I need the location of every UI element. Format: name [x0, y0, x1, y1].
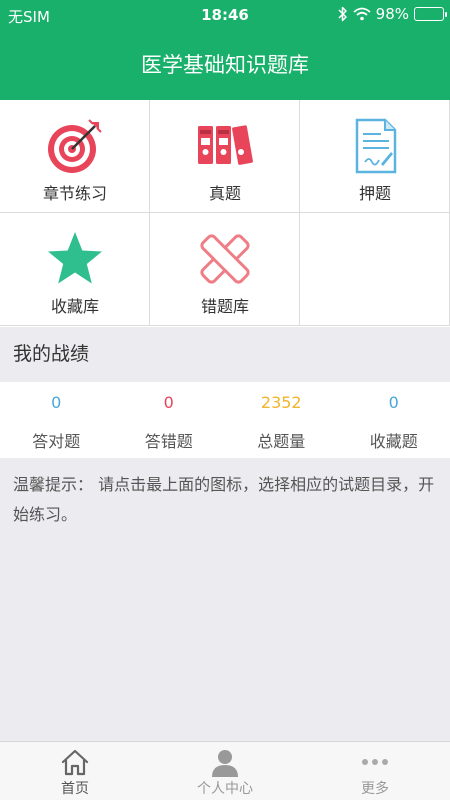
battery-icon	[414, 7, 447, 21]
stat-label: 答对题	[32, 432, 81, 451]
tab-label: 个人中心	[197, 781, 253, 797]
menu-item-chapter-practice[interactable]: 章节练习	[0, 100, 150, 213]
page-title: 医学基础知识题库	[141, 53, 309, 77]
stat-value: 0	[388, 393, 399, 412]
stat-total: 2352 总题量	[225, 382, 338, 458]
menu-item-label: 章节练习	[42, 184, 107, 203]
menu-item-real-exams[interactable]: 真题	[150, 100, 300, 213]
status-bar: 无SIM 18:46 98%	[0, 0, 450, 30]
stat-wrong: 0 答错题	[113, 382, 226, 458]
bluetooth-icon	[338, 6, 347, 22]
stat-label: 收藏题	[369, 432, 418, 451]
binders-icon	[195, 116, 255, 176]
stat-correct: 0 答对题	[0, 382, 113, 458]
more-icon	[360, 747, 390, 777]
menu-item-label: 收藏库	[50, 297, 99, 316]
wifi-icon	[353, 7, 371, 21]
menu-item-wrong-questions[interactable]: 错题库	[150, 213, 300, 326]
battery-percent: 98%	[375, 5, 409, 23]
menu-item-label: 押题	[358, 184, 391, 203]
tab-profile[interactable]: 个人中心	[150, 742, 300, 800]
tip-text: 温馨提示： 请点击最上面的图标，选择相应的试题目录，开始练习。	[13, 475, 435, 524]
record-section-title: 我的战绩	[0, 327, 450, 382]
menu-grid: 章节练习 真题 押题 收藏库 错题库	[0, 100, 450, 327]
app-header: 医学基础知识题库	[0, 30, 450, 100]
document-icon	[345, 116, 405, 176]
person-icon	[210, 747, 240, 777]
stat-value: 2352	[260, 393, 302, 412]
menu-item-predicted-questions[interactable]: 押题	[300, 100, 450, 213]
stat-value: 0	[163, 393, 174, 412]
home-icon	[60, 747, 90, 777]
menu-item-favorites[interactable]: 收藏库	[0, 213, 150, 326]
tab-label: 更多	[361, 781, 389, 797]
stat-label: 总题量	[257, 432, 306, 451]
stat-value: 0	[51, 393, 62, 412]
target-icon	[45, 116, 105, 176]
tab-label: 首页	[61, 781, 89, 797]
tab-bar: 首页 个人中心 更多	[0, 741, 450, 800]
tab-home[interactable]: 首页	[0, 742, 150, 800]
star-icon	[45, 229, 105, 289]
menu-empty-cell	[300, 213, 450, 326]
tab-more[interactable]: 更多	[300, 742, 450, 800]
menu-item-label: 错题库	[200, 297, 249, 316]
status-right: 98%	[338, 5, 447, 23]
cross-icon	[195, 229, 255, 289]
record-stats: 0 答对题 0 答错题 2352 总题量 0 收藏题	[0, 382, 450, 458]
stat-label: 答错题	[144, 432, 193, 451]
stat-favorited: 0 收藏题	[338, 382, 450, 458]
menu-item-label: 真题	[208, 184, 241, 203]
